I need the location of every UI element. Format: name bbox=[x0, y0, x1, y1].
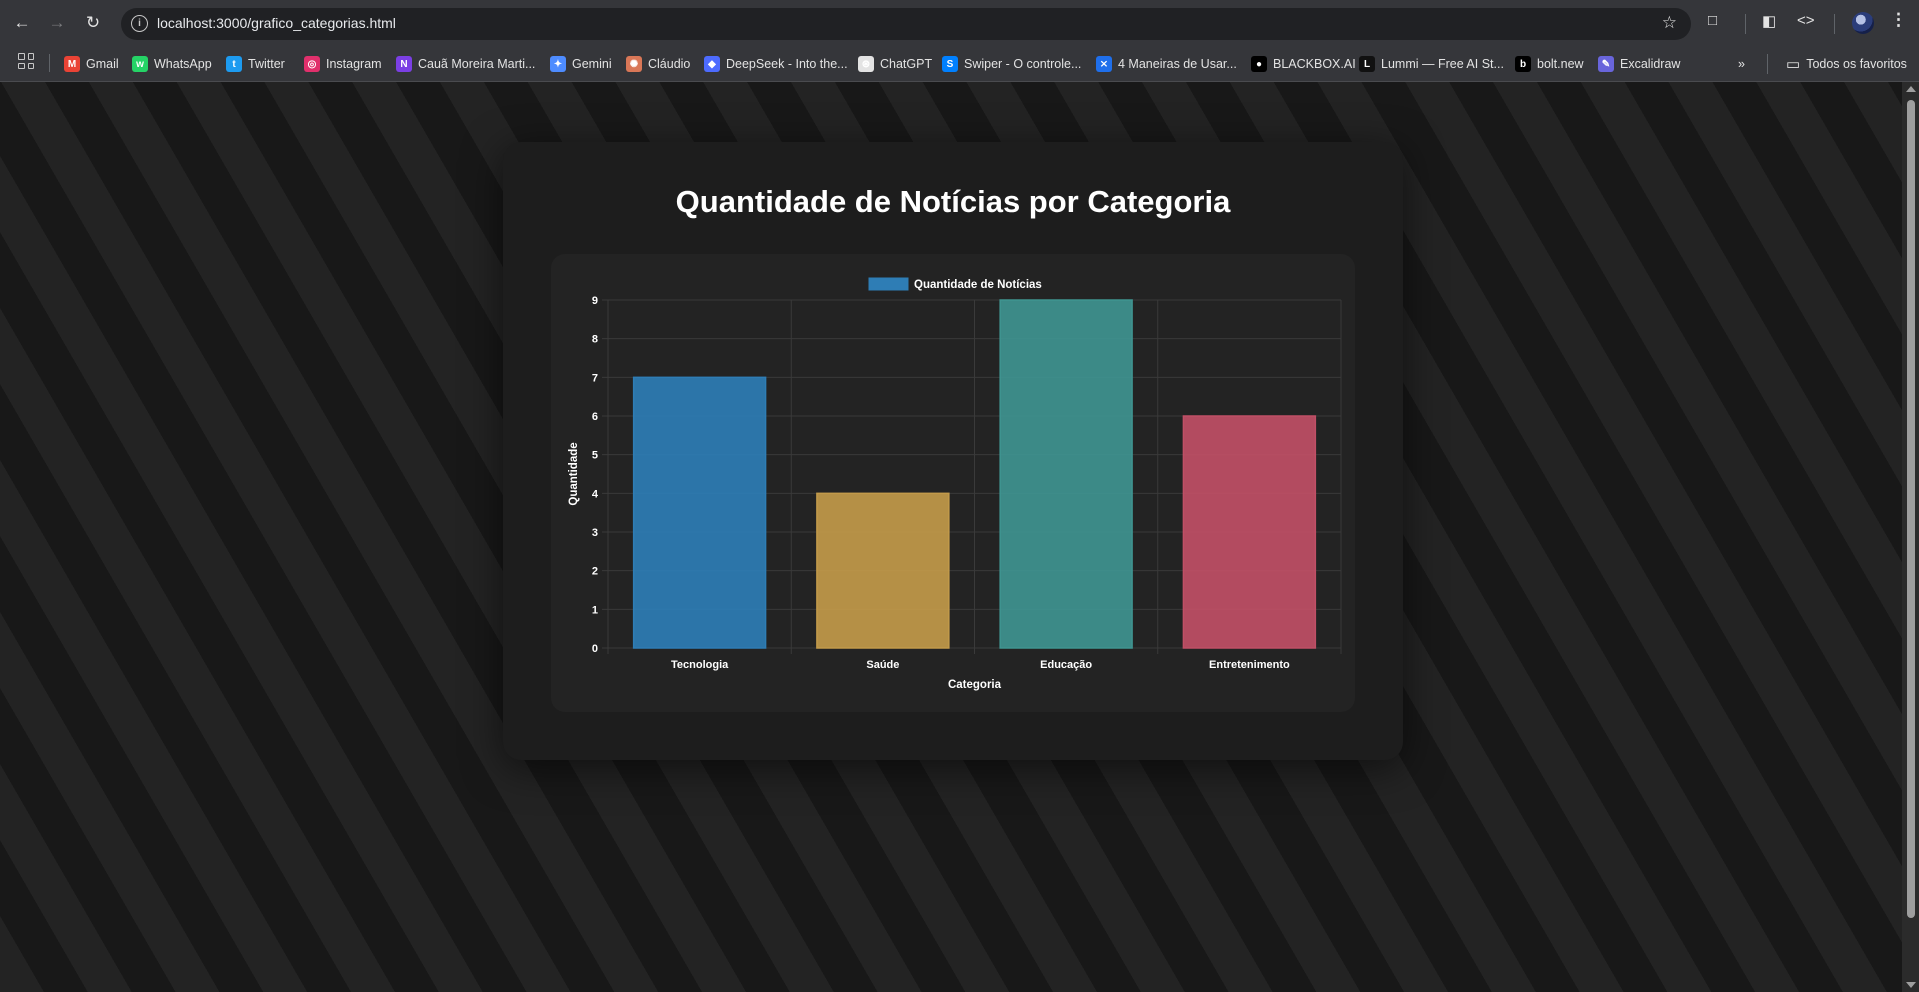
chart-container: 0 1 2 3 4 5 6 7 8 9 Tecnologia Saúde Educação Entrete… bbox=[551, 254, 1355, 712]
bookmark-label: Gemini bbox=[572, 57, 612, 71]
bookmark-label: bolt.new bbox=[1537, 57, 1584, 71]
y-tick-label: 0 bbox=[592, 643, 598, 655]
x-tick-label: Entretenimento bbox=[1209, 659, 1290, 671]
bookmark-item[interactable]: M Gmail bbox=[64, 53, 119, 75]
chart-card: Quantidade de Notícias por Categoria 0 1 2… bbox=[503, 142, 1403, 760]
bookmark-label: Twitter bbox=[248, 57, 285, 71]
y-tick-label: 9 bbox=[592, 295, 598, 307]
bookmark-label: 4 Maneiras de Usar... bbox=[1118, 57, 1237, 71]
instagram-icon: ◎ bbox=[304, 56, 320, 72]
page-title: Quantidade de Notícias por Categoria bbox=[675, 184, 1231, 219]
bookmark-item[interactable]: ● BLACKBOX.AI bbox=[1251, 53, 1356, 75]
bookmarks-divider bbox=[49, 54, 50, 72]
swiper-icon: S bbox=[942, 56, 958, 72]
bookmark-item[interactable]: S Swiper - O controle... bbox=[942, 53, 1081, 75]
y-tick-label: 6 bbox=[592, 411, 598, 423]
y-tick-label: 8 bbox=[592, 334, 598, 346]
bookmark-label: Lummi — Free AI St... bbox=[1381, 57, 1504, 71]
bookmark-item[interactable]: L Lummi — Free AI St... bbox=[1359, 53, 1504, 75]
y-tick-label: 5 bbox=[592, 450, 598, 462]
bookmarks-divider bbox=[1767, 54, 1768, 74]
claude-icon: ✺ bbox=[626, 56, 642, 72]
gemini-icon: ✦ bbox=[550, 56, 566, 72]
x-tick-label: Saúde bbox=[866, 659, 899, 671]
bookmark-item[interactable]: ⨯ 4 Maneiras de Usar... bbox=[1096, 53, 1237, 75]
browser-toolbar: ← → ↻ i localhost:3000/grafico_categoria… bbox=[0, 0, 1919, 47]
profile-avatar[interactable] bbox=[1852, 12, 1874, 34]
y-tick-label: 1 bbox=[592, 604, 598, 616]
chatgpt-icon: ⊛ bbox=[858, 56, 874, 72]
page-viewport: Quantidade de Notícias por Categoria 0 1 2… bbox=[0, 82, 1902, 992]
y-tick-label: 3 bbox=[592, 527, 598, 539]
all-bookmarks-folder[interactable]: ▭ Todos os favoritos bbox=[1786, 53, 1907, 75]
bookmark-label: Cauã Moreira Marti... bbox=[418, 57, 536, 71]
back-icon[interactable]: ← bbox=[9, 10, 35, 36]
bookmark-item[interactable]: b bolt.new bbox=[1515, 53, 1584, 75]
scroll-up-icon[interactable] bbox=[1906, 86, 1916, 92]
y-tick-label: 4 bbox=[592, 488, 599, 500]
gmail-icon: M bbox=[64, 56, 80, 72]
bookmark-item[interactable]: ⊛ ChatGPT bbox=[858, 53, 932, 75]
all-bookmarks-label: Todos os favoritos bbox=[1806, 57, 1907, 71]
bookmark-star-icon[interactable]: ☆ bbox=[1662, 13, 1677, 33]
bookmark-label: Gmail bbox=[86, 57, 119, 71]
bookmark-label: Excalidraw bbox=[1620, 57, 1681, 71]
reload-icon[interactable]: ↻ bbox=[80, 10, 106, 36]
bar-chart: 0 1 2 3 4 5 6 7 8 9 Tecnologia Saúde Educação Entrete… bbox=[568, 277, 1342, 691]
y-axis-title: Quantidade bbox=[568, 442, 580, 505]
app-icon: ⨯ bbox=[1096, 56, 1112, 72]
folder-icon: ▭ bbox=[1786, 56, 1801, 73]
translate-icon[interactable]: ◧ bbox=[1762, 12, 1776, 30]
bookmark-item[interactable]: ◆ DeepSeek - Into the... bbox=[704, 53, 848, 75]
bar-saúde[interactable] bbox=[816, 492, 950, 649]
bookmark-label: Swiper - O controle... bbox=[964, 57, 1082, 71]
x-axis-title: Categoria bbox=[948, 679, 1002, 691]
bookmark-label: DeepSeek - Into the... bbox=[726, 57, 848, 71]
bookmark-label: ChatGPT bbox=[880, 57, 933, 71]
scrollbar-thumb[interactable] bbox=[1907, 100, 1915, 918]
bolt-icon: b bbox=[1515, 56, 1531, 72]
twitter-icon: t bbox=[226, 56, 242, 72]
browser-chrome: ← → ↻ i localhost:3000/grafico_categoria… bbox=[0, 0, 1919, 82]
toolbar-divider bbox=[1745, 14, 1746, 34]
bookmark-item[interactable]: w WhatsApp bbox=[132, 53, 212, 75]
bookmark-label: Cláudio bbox=[648, 57, 691, 71]
toolbar-divider bbox=[1834, 14, 1835, 34]
deepseek-icon: ◆ bbox=[704, 56, 720, 72]
extensions-icon[interactable]: □ bbox=[1708, 12, 1717, 29]
bookmark-item[interactable]: t Twitter bbox=[226, 53, 285, 75]
address-bar[interactable]: i localhost:3000/grafico_categorias.html… bbox=[121, 8, 1691, 40]
bookmark-label: WhatsApp bbox=[154, 57, 212, 71]
site-info-icon[interactable]: i bbox=[131, 15, 148, 32]
bookmark-item[interactable]: ✎ Excalidraw bbox=[1598, 53, 1680, 75]
x-tick-label: Tecnologia bbox=[671, 659, 729, 671]
bookmark-item[interactable]: ✺ Cláudio bbox=[626, 53, 690, 75]
bookmark-item[interactable]: N Cauã Moreira Marti... bbox=[396, 53, 535, 75]
excalidraw-icon: ✎ bbox=[1598, 56, 1614, 72]
bar-tecnologia[interactable] bbox=[632, 376, 767, 649]
bar-entretenimento[interactable] bbox=[1182, 415, 1317, 649]
devtools-icon[interactable]: <> bbox=[1797, 12, 1815, 29]
lummi-icon: L bbox=[1359, 56, 1375, 72]
bar-educação[interactable] bbox=[999, 299, 1133, 649]
bookmark-label: BLACKBOX.AI bbox=[1273, 57, 1356, 71]
y-tick-label: 2 bbox=[592, 566, 598, 578]
whatsapp-icon: w bbox=[132, 56, 148, 72]
more-bookmarks-icon[interactable]: » bbox=[1738, 53, 1745, 75]
bookmark-item[interactable]: ◎ Instagram bbox=[304, 53, 382, 75]
vertical-scrollbar[interactable] bbox=[1902, 82, 1919, 992]
legend-label[interactable]: Quantidade de Notícias bbox=[914, 279, 1042, 291]
y-tick-label: 7 bbox=[592, 372, 598, 384]
legend-swatch[interactable] bbox=[868, 277, 909, 291]
forward-icon[interactable]: → bbox=[44, 10, 70, 36]
blackbox-icon: ● bbox=[1251, 56, 1267, 72]
apps-icon[interactable] bbox=[18, 53, 34, 69]
menu-icon[interactable]: ⋮ bbox=[1890, 10, 1907, 30]
notion-icon: N bbox=[396, 56, 412, 72]
url-text[interactable]: localhost:3000/grafico_categorias.html bbox=[157, 15, 396, 31]
x-tick-label: Educação bbox=[1040, 659, 1092, 671]
bookmark-label: Instagram bbox=[326, 57, 382, 71]
scroll-down-icon[interactable] bbox=[1906, 982, 1916, 988]
bookmark-item[interactable]: ✦ Gemini bbox=[550, 53, 612, 75]
